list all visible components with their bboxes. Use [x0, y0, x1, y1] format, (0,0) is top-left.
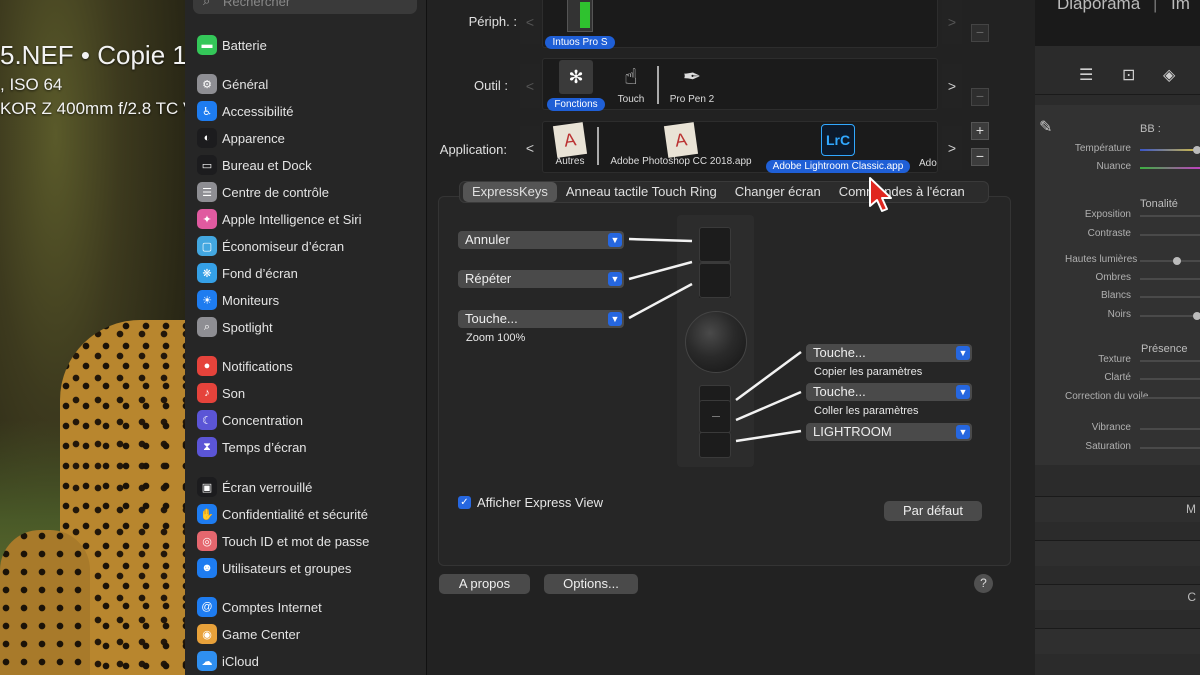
chevron-down-icon: ▼ [956, 346, 970, 360]
slider-track[interactable] [1140, 315, 1200, 317]
connector-lines [628, 237, 802, 443]
crop-icon[interactable]: ⊡ [1122, 65, 1135, 85]
slider-label: Vibrance [1091, 422, 1131, 433]
expresskey-6-dropdown[interactable]: LIGHTROOM ▼ [806, 423, 972, 441]
lightroom-tool-strip: ☰ ⊡ ◈ [1035, 57, 1200, 95]
slider-label: Température [1074, 143, 1131, 154]
expresskey-1-dropdown[interactable]: Annuler ▼ [458, 231, 624, 249]
connector-line-4 [735, 350, 802, 402]
eraser-icon[interactable]: ◈ [1163, 65, 1175, 85]
presence-header: Présence [1141, 343, 1188, 355]
connector-line-5 [735, 390, 802, 422]
express-view-label: Afficher Express View [477, 495, 603, 510]
connector-line-3 [628, 282, 693, 320]
slider-label: Noirs [1107, 309, 1131, 320]
options-button[interactable]: Options... [544, 574, 638, 594]
slider-label: Ombres [1095, 272, 1131, 283]
lightroom-module-bar: Diaporama | Im [1035, 0, 1200, 46]
collapsed-panel-4[interactable] [1035, 628, 1200, 654]
slider-track[interactable] [1140, 167, 1200, 169]
chevron-down-icon: ▼ [608, 312, 622, 326]
slider-track[interactable] [1140, 278, 1200, 280]
expresskey-4-dropdown[interactable]: Touche... ▼ [806, 344, 972, 362]
slider-label: Blancs [1100, 290, 1131, 301]
wb-label: BB : [1140, 123, 1161, 135]
expresskey-3-dropdown[interactable]: Touche... ▼ [458, 310, 624, 328]
slider-knob[interactable] [1173, 257, 1181, 265]
default-button[interactable]: Par défaut [884, 501, 982, 521]
slider-label: Texture [1098, 354, 1131, 365]
expresskey-2-dropdown[interactable]: Répéter ▼ [458, 270, 624, 288]
collapsed-panel-1[interactable]: M [1035, 496, 1200, 522]
module-impression[interactable]: Im [1171, 0, 1190, 14]
expresskey-5-value: Touche... [813, 384, 866, 399]
expresskey-6-value: LIGHTROOM [813, 424, 892, 439]
slider-track[interactable] [1140, 378, 1200, 380]
expresskey-5-dropdown[interactable]: Touche... ▼ [806, 383, 972, 401]
mouse-cursor-icon [869, 177, 892, 212]
lightroom-develop-panel: Diaporama | Im ☰ ⊡ ◈ ✎ BB : Température N… [1035, 0, 1200, 675]
collapsed-panel-3[interactable]: C [1035, 584, 1200, 610]
expresskey-2-value: Répéter [465, 271, 512, 286]
slider-knob[interactable] [1193, 146, 1200, 154]
chevron-down-icon: ▼ [956, 425, 970, 439]
slider-track[interactable] [1140, 260, 1200, 262]
chevron-down-icon: ▼ [608, 272, 622, 286]
slider-track[interactable] [1140, 360, 1200, 362]
tone-header: Tonalité [1140, 198, 1178, 210]
connector-line-1 [628, 237, 693, 243]
slider-track[interactable] [1140, 234, 1200, 236]
expresskey-1-value: Annuler [465, 232, 510, 247]
slider-knob[interactable] [1193, 312, 1200, 320]
slider-track[interactable] [1140, 428, 1200, 430]
slider-label: Contraste [1087, 228, 1131, 239]
collapsed-panel-2[interactable] [1035, 540, 1200, 566]
slider-track[interactable] [1140, 296, 1200, 298]
help-button[interactable]: ? [974, 574, 993, 593]
slider-label: Correction du voile [1065, 391, 1149, 402]
basic-panel: ✎ BB : Température Nuance Exposition Contra… [1035, 105, 1200, 465]
chevron-down-icon: ▼ [956, 385, 970, 399]
slider-track[interactable] [1140, 397, 1200, 399]
express-view-checkbox[interactable]: ✓ [458, 496, 471, 509]
eyedropper-icon[interactable]: ✎ [1039, 117, 1052, 137]
slider-label: Clarté [1104, 372, 1131, 383]
chevron-down-icon: ▼ [608, 233, 622, 247]
expresskey-5-sublabel: Coller les paramètres [814, 405, 919, 417]
connector-line-6 [735, 429, 802, 443]
adjust-sliders-icon[interactable]: ☰ [1079, 65, 1093, 85]
slider-label: Saturation [1085, 441, 1131, 452]
expresskey-4-sublabel: Copier les paramètres [814, 366, 923, 378]
expresskey-4-value: Touche... [813, 345, 866, 360]
slider-track[interactable] [1140, 447, 1200, 449]
connector-line-2 [628, 260, 693, 281]
module-separator: | [1153, 0, 1158, 13]
expresskey-3-value: Touche... [465, 311, 518, 326]
collapsed-panel-1-label: M [1186, 502, 1196, 516]
slider-track[interactable] [1140, 149, 1200, 151]
slider-label: Nuance [1096, 161, 1131, 172]
module-diaporama[interactable]: Diaporama [1057, 0, 1140, 14]
slider-label: Hautes lumières [1065, 254, 1138, 265]
collapsed-panel-3-label: C [1187, 590, 1196, 604]
about-button[interactable]: A propos [439, 574, 530, 594]
expresskey-3-sublabel: Zoom 100% [466, 332, 526, 344]
slider-track[interactable] [1140, 215, 1200, 217]
slider-label: Exposition [1084, 209, 1131, 220]
